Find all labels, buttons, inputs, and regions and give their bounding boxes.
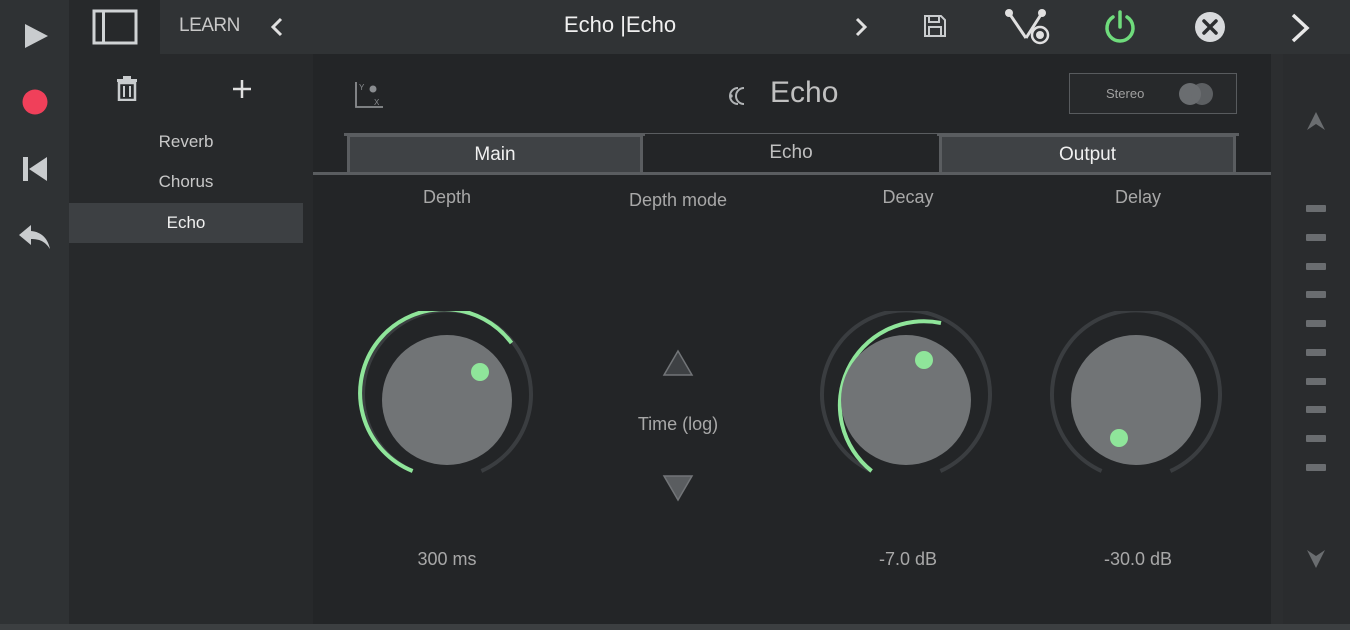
stereo-switch-icon[interactable] <box>1178 81 1216 107</box>
meter-tick <box>1306 435 1326 442</box>
panel-toggle-icon[interactable] <box>92 9 138 45</box>
meter-tick <box>1306 320 1326 327</box>
delay-value: -30.0 dB <box>1103 549 1173 569</box>
skip-back-icon[interactable] <box>21 155 49 183</box>
meter-tick <box>1306 406 1326 413</box>
meter-tick <box>1306 291 1326 298</box>
depth-mode-down-icon[interactable] <box>662 474 694 502</box>
tab-echo[interactable]: Echo <box>645 134 937 172</box>
tab-underline <box>313 172 1271 175</box>
chevron-right-icon[interactable] <box>852 16 870 38</box>
meter-down-icon[interactable] <box>1305 548 1327 570</box>
stereo-label: Stereo <box>1106 86 1145 101</box>
meter-tick <box>1306 349 1326 356</box>
learn-button[interactable]: LEARN <box>179 15 240 37</box>
undo-icon[interactable] <box>17 222 53 252</box>
title-right: Echo <box>625 12 677 37</box>
delay-knob[interactable] <box>1046 311 1226 491</box>
depth-knob[interactable] <box>357 311 537 491</box>
trash-icon[interactable] <box>115 75 139 101</box>
panel-gap <box>1271 54 1283 624</box>
decay-label: Decay <box>882 187 934 207</box>
depth-value: 300 ms <box>417 549 477 569</box>
preset-title: Echo |Echo <box>480 12 760 38</box>
decay-value: -7.0 dB <box>878 549 938 569</box>
power-icon[interactable] <box>1102 9 1138 45</box>
record-icon[interactable] <box>21 88 49 116</box>
save-icon[interactable] <box>922 13 948 39</box>
delay-label: Delay <box>1114 187 1162 207</box>
sidebar-item-chorus[interactable]: Chorus <box>69 162 303 202</box>
svg-text:X: X <box>374 98 380 107</box>
meter-tick <box>1306 263 1326 270</box>
meter-tick <box>1306 464 1326 471</box>
add-icon[interactable] <box>231 78 253 100</box>
depth-mode-up-icon[interactable] <box>662 349 694 377</box>
chevron-right-large-icon[interactable] <box>1288 12 1314 44</box>
chevron-left-icon[interactable] <box>268 16 286 38</box>
meter-tick <box>1306 378 1326 385</box>
sidebar-item-echo[interactable]: Echo <box>69 203 303 243</box>
sidebar-item-reverb[interactable]: Reverb <box>69 122 303 162</box>
title-left: Echo <box>563 12 615 37</box>
bottom-strip <box>0 624 1350 630</box>
routing-icon[interactable] <box>1004 6 1052 46</box>
tab-output[interactable]: Output <box>939 134 1236 172</box>
play-icon[interactable] <box>22 22 50 50</box>
level-meter-rail <box>1283 54 1350 624</box>
plugin-title: Echo <box>770 76 839 109</box>
echo-plugin-icon <box>729 87 745 105</box>
decay-knob[interactable] <box>816 311 996 491</box>
depth-label: Depth <box>422 187 472 207</box>
tab-main[interactable]: Main <box>347 134 643 172</box>
svg-text:Y: Y <box>359 83 365 92</box>
meter-tick <box>1306 205 1326 212</box>
meter-up-icon[interactable] <box>1305 110 1327 132</box>
remove-icon[interactable] <box>1193 10 1227 44</box>
xy-pad-icon[interactable]: Y X <box>352 80 386 110</box>
meter-tick <box>1306 234 1326 241</box>
depth-mode-value: Time (log) <box>637 414 719 434</box>
depth-mode-label: Depth mode <box>628 190 728 210</box>
